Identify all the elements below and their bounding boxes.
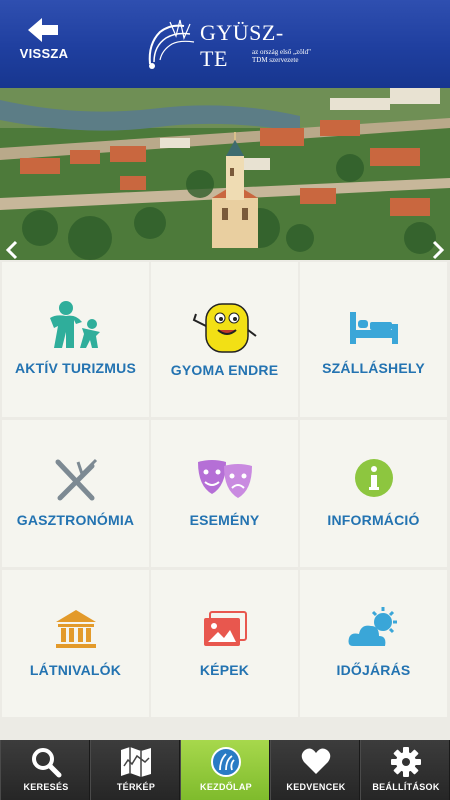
tab-label: KERESÉS bbox=[23, 782, 69, 792]
tile-label: LÁTNIVALÓK bbox=[29, 662, 122, 678]
tab-label: KEDVENCEK bbox=[286, 782, 346, 792]
tile-gasztronomia[interactable]: GASZTRONÓMIA bbox=[2, 420, 149, 567]
info-icon bbox=[354, 459, 393, 497]
app-logo: GYÜSZ-TE az ország első „zöld" TDM szerv… bbox=[140, 14, 312, 74]
fork-knife-icon bbox=[55, 458, 97, 501]
bottom-tab-bar: KERESÉS TÉRKÉP KEZDŐLAP KEDVENCEK BEÁLLÍ… bbox=[0, 740, 450, 800]
home-logo-icon bbox=[211, 747, 241, 777]
tab-map[interactable]: TÉRKÉP bbox=[90, 740, 180, 800]
app-header: VISSZA GYÜSZ-TE az ország első „zöld" TD… bbox=[0, 0, 450, 88]
tab-label: BEÁLLÍTÁSOK bbox=[372, 782, 440, 792]
category-grid: AKTÍV TURIZMUS GYOMA ENDRE SZÁLLÁSHELY G… bbox=[0, 260, 450, 720]
tile-szallashely[interactable]: SZÁLLÁSHELY bbox=[300, 262, 447, 417]
tile-label: AKTÍV TURIZMUS bbox=[14, 360, 136, 376]
search-icon bbox=[32, 748, 62, 778]
tab-label: KEZDŐLAP bbox=[200, 782, 252, 792]
tile-idojaras[interactable]: IDŐJÁRÁS bbox=[300, 570, 447, 717]
back-label: VISSZA bbox=[19, 46, 69, 61]
tile-label: IDŐJÁRÁS bbox=[336, 662, 411, 678]
bed-icon bbox=[349, 312, 398, 344]
slider-next-icon[interactable] bbox=[428, 238, 448, 260]
tile-label: INFORMÁCIÓ bbox=[327, 512, 420, 528]
back-arrow-icon bbox=[28, 18, 58, 42]
map-icon bbox=[121, 747, 151, 777]
tile-label: ESEMÉNY bbox=[189, 512, 260, 528]
tile-label: GASZTRONÓMIA bbox=[16, 512, 135, 528]
tile-label: KÉPEK bbox=[199, 662, 250, 678]
tile-esemeny[interactable]: ESEMÉNY bbox=[151, 420, 298, 567]
tile-label: GYOMA ENDRE bbox=[170, 362, 279, 378]
aerial-town-photo bbox=[0, 88, 450, 260]
mascot-icon bbox=[192, 303, 257, 353]
back-button[interactable]: VISSZA bbox=[14, 16, 74, 66]
theatre-masks-icon bbox=[197, 460, 252, 498]
weather-icon bbox=[348, 607, 397, 646]
tile-informacio[interactable]: INFORMÁCIÓ bbox=[300, 420, 447, 567]
heart-icon bbox=[301, 748, 331, 774]
app-screen: VISSZA GYÜSZ-TE az ország első „zöld" TD… bbox=[0, 0, 450, 800]
logo-title: GYÜSZ-TE bbox=[200, 20, 284, 71]
tab-home[interactable]: KEZDŐLAP bbox=[180, 740, 270, 800]
hero-image-slider[interactable] bbox=[0, 88, 450, 260]
tile-aktiv-turizmus[interactable]: AKTÍV TURIZMUS bbox=[2, 262, 149, 417]
gear-icon bbox=[391, 747, 421, 777]
museum-icon bbox=[55, 610, 96, 648]
tile-gyoma-endre[interactable]: GYOMA ENDRE bbox=[151, 262, 298, 417]
tile-latnivalok[interactable]: LÁTNIVALÓK bbox=[2, 570, 149, 717]
tab-search[interactable]: KERESÉS bbox=[0, 740, 90, 800]
family-icon bbox=[49, 301, 100, 348]
tab-settings[interactable]: BEÁLLÍTÁSOK bbox=[360, 740, 450, 800]
pictures-icon bbox=[203, 611, 247, 646]
slider-prev-icon[interactable] bbox=[2, 238, 22, 260]
tile-kepek[interactable]: KÉPEK bbox=[151, 570, 298, 717]
tile-label: SZÁLLÁSHELY bbox=[322, 360, 425, 376]
logo-subtitle: az ország első „zöld" TDM szervezete bbox=[252, 48, 312, 64]
tab-favorites[interactable]: KEDVENCEK bbox=[270, 740, 360, 800]
tab-label: TÉRKÉP bbox=[116, 782, 156, 792]
